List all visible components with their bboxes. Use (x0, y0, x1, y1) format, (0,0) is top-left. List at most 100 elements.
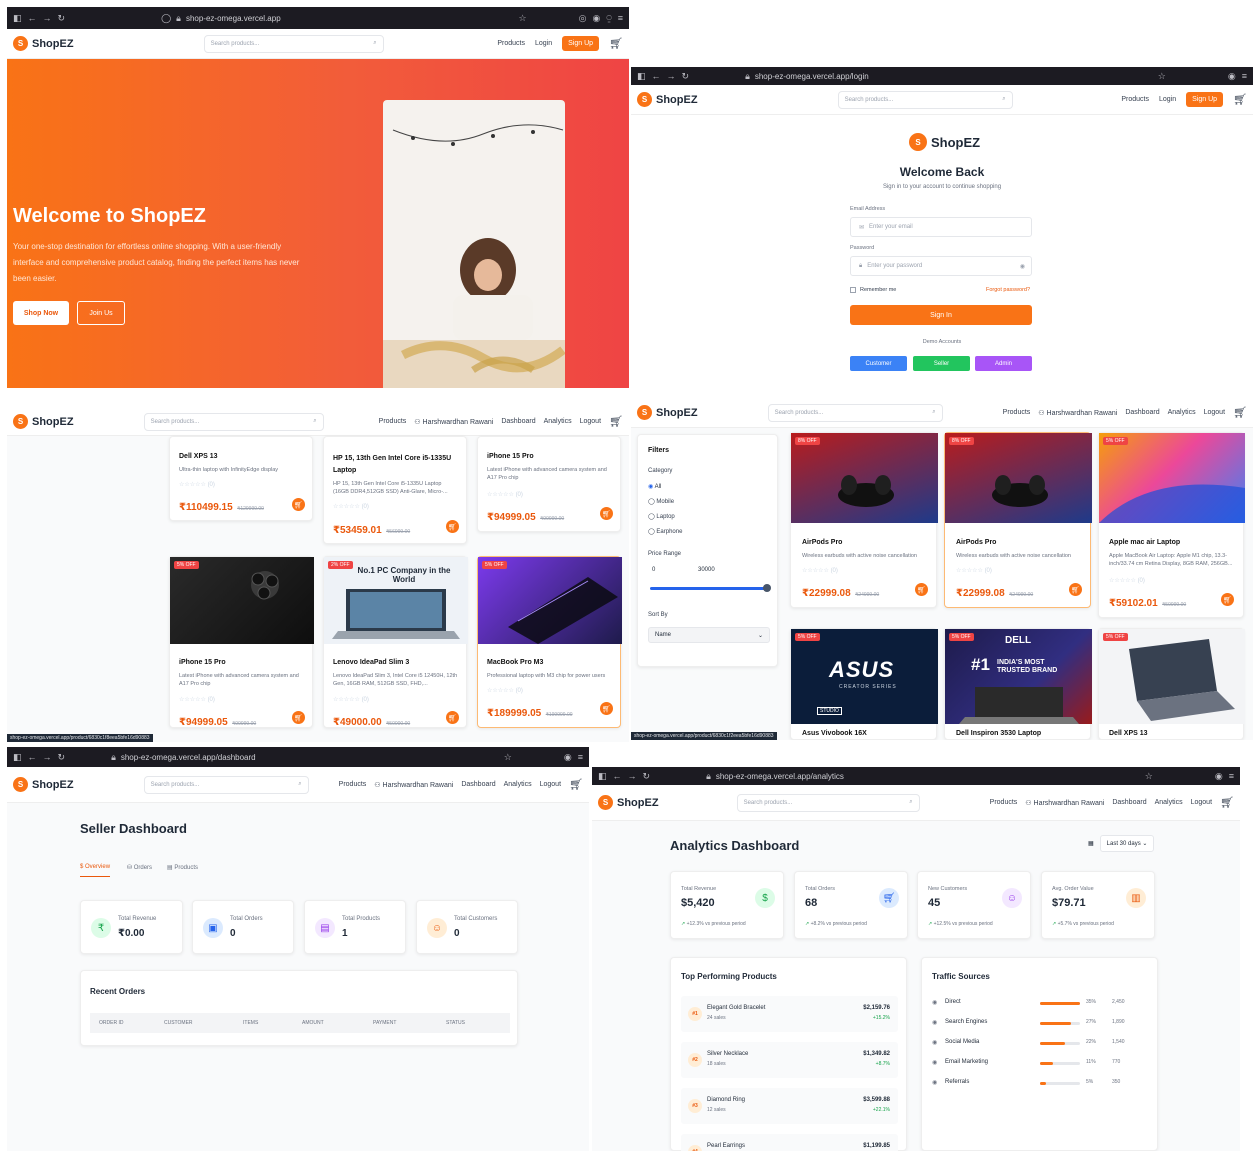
add-to-cart-icon[interactable]: 🛒︎ (915, 583, 928, 596)
logo[interactable]: S ShopEZ (13, 414, 74, 429)
nav-logout[interactable]: Logout (580, 418, 601, 425)
menu-icon[interactable]: ≡ (578, 752, 583, 762)
date-range-select[interactable]: ▦ Last 30 days ⌄ (1088, 835, 1155, 852)
category-all[interactable]: ◉ All (648, 483, 661, 490)
nav-logout[interactable]: Logout (1204, 409, 1225, 416)
category-laptop[interactable]: ◯ Laptop (648, 513, 675, 520)
user-menu[interactable]: ⚇ Harshwardhan Rawani (1025, 799, 1104, 807)
product-card[interactable]: HP 15, 13th Gen Intel Core i5-1335U Lapt… (323, 436, 467, 544)
nav-products[interactable]: Products (497, 40, 525, 47)
password-field[interactable]: 🔒︎ Enter your password ◉ (850, 256, 1032, 276)
nav-dashboard[interactable]: Dashboard (501, 418, 535, 425)
nav-products[interactable]: Products (1003, 409, 1031, 416)
reload-icon[interactable]: ↻ (643, 771, 651, 782)
nav-products[interactable]: Products (990, 799, 1018, 806)
tab-overview[interactable]: $ Overview (80, 864, 111, 877)
demo-seller-button[interactable]: Seller (913, 356, 970, 371)
reload-icon[interactable]: ↻ (58, 752, 66, 763)
category-mobile[interactable]: ◯ Mobile (648, 498, 674, 505)
nav-dashboard[interactable]: Dashboard (1112, 799, 1146, 806)
add-to-cart-icon[interactable]: 🛒︎ (292, 711, 305, 724)
back-icon[interactable]: ← (28, 752, 37, 762)
star-icon[interactable]: ☆ (1145, 771, 1153, 782)
reload-icon[interactable]: ↻ (58, 13, 66, 24)
signin-button[interactable]: Sign In (850, 305, 1032, 325)
nav-dashboard[interactable]: Dashboard (1125, 409, 1159, 416)
shop-now-button[interactable]: Shop Now (13, 301, 69, 325)
search-icon[interactable]: ⌕ (909, 799, 912, 806)
sidebar-icon[interactable]: ◧ (598, 771, 607, 782)
forward-icon[interactable]: → (667, 71, 676, 81)
search-icon[interactable]: ⌕ (1002, 96, 1005, 103)
pocket-icon[interactable]: ◎ (579, 13, 587, 24)
url-text[interactable]: shop-ez-omega.vercel.app/login (755, 72, 869, 81)
product-card[interactable]: 8% OFF AirPods Pro Wireless earbuds with… (944, 432, 1092, 608)
extensions-icon[interactable]: ⍜ (606, 13, 611, 24)
nav-logout[interactable]: Logout (540, 781, 561, 788)
search-icon[interactable]: ⌕ (298, 781, 301, 788)
product-card[interactable]: 5% OFF MacBook Pro M3 Professional lapto… (477, 556, 622, 728)
search-input[interactable]: Search products... ⌕ (143, 775, 309, 794)
sort-select[interactable]: Name ⌄ (648, 627, 770, 643)
demo-customer-button[interactable]: Customer (850, 356, 907, 371)
user-menu[interactable]: ⚇ Harshwardhan Rawani (1038, 409, 1117, 417)
cart-icon[interactable]: 🛒︎ (1233, 93, 1247, 106)
search-input[interactable]: Search products... ⌕ (837, 90, 1013, 109)
account-icon[interactable]: ◉ (564, 752, 572, 763)
product-card[interactable]: iPhone 15 Pro Latest iPhone with advance… (477, 436, 621, 532)
account-icon[interactable]: ◉ (592, 13, 600, 24)
add-to-cart-icon[interactable]: 🛒︎ (600, 507, 613, 520)
demo-admin-button[interactable]: Admin (975, 356, 1032, 371)
product-card[interactable]: DELL #1 INDIA'S MOST TRUSTED BRAND 5% OF… (944, 628, 1092, 740)
account-icon[interactable]: ◉ (1228, 71, 1236, 82)
product-card[interactable]: 8% OFF AirPods Pro Wireless earbuds with… (790, 432, 938, 608)
slider-handle[interactable] (763, 584, 771, 592)
nav-logout[interactable]: Logout (1191, 799, 1212, 806)
price-slider[interactable] (650, 584, 771, 592)
url-text[interactable]: shop-ez-omega.vercel.app (186, 14, 281, 23)
search-icon[interactable]: ⌕ (932, 409, 935, 416)
search-input[interactable]: Search products... ⌕ (736, 793, 920, 812)
user-menu[interactable]: ⚇ Harshwardhan Rawani (414, 418, 493, 426)
product-card[interactable]: No.1 PC Company in the World 2% OFF Leno… (323, 556, 468, 728)
nav-analytics[interactable]: Analytics (1168, 409, 1196, 416)
url-text[interactable]: shop-ez-omega.vercel.app/dashboard (121, 753, 256, 762)
add-to-cart-icon[interactable]: 🛒︎ (1069, 583, 1082, 596)
nav-products[interactable]: Products (379, 418, 407, 425)
cart-icon[interactable]: 🛒︎ (609, 37, 623, 50)
nav-login[interactable]: Login (535, 40, 552, 47)
price-min-input[interactable]: 0 (652, 567, 678, 577)
product-card[interactable]: 5% OFF Apple mac air Laptop Apple MacBoo… (1098, 432, 1245, 618)
product-card[interactable]: ASUS CREATOR SERIES STUDIO 5% OFF Asus V… (790, 628, 938, 740)
eye-icon[interactable]: ◉ (1020, 263, 1025, 270)
cart-icon[interactable]: 🛒︎ (569, 778, 583, 791)
nav-login[interactable]: Login (1159, 96, 1176, 103)
signup-button[interactable]: Sign Up (562, 36, 600, 51)
logo[interactable]: S ShopEZ (13, 777, 74, 792)
cart-icon[interactable]: 🛒︎ (1220, 796, 1234, 809)
add-to-cart-icon[interactable]: 🛒︎ (1221, 593, 1234, 606)
search-input[interactable]: Search products... ⌕ (143, 412, 324, 431)
tab-orders[interactable]: ⛁ Orders (127, 864, 152, 871)
add-to-cart-icon[interactable]: 🛒︎ (600, 702, 613, 715)
search-icon[interactable]: ⌕ (373, 40, 376, 47)
nav-dashboard[interactable]: Dashboard (461, 781, 495, 788)
nav-products[interactable]: Products (1121, 96, 1149, 103)
star-icon[interactable]: ☆ (504, 752, 512, 763)
add-to-cart-icon[interactable]: 🛒︎ (446, 711, 459, 724)
logo[interactable]: S ShopEZ (637, 92, 698, 107)
nav-analytics[interactable]: Analytics (504, 781, 532, 788)
menu-icon[interactable]: ≡ (1242, 71, 1247, 81)
logo[interactable]: S ShopEZ (13, 36, 74, 51)
price-max-input[interactable]: 30000 (698, 567, 726, 577)
star-icon[interactable]: ☆ (1158, 71, 1166, 82)
forward-icon[interactable]: → (43, 13, 52, 23)
forward-icon[interactable]: → (628, 771, 637, 781)
menu-icon[interactable]: ≡ (1229, 771, 1234, 781)
sidebar-icon[interactable]: ◧ (13, 752, 22, 763)
cart-icon[interactable]: 🛒︎ (1233, 406, 1247, 419)
category-earphone[interactable]: ◯ Earphone (648, 528, 682, 535)
star-icon[interactable]: ☆ (519, 13, 527, 24)
search-input[interactable]: Search products... ⌕ (203, 34, 384, 53)
email-field[interactable]: ✉ Enter your email (850, 217, 1032, 237)
